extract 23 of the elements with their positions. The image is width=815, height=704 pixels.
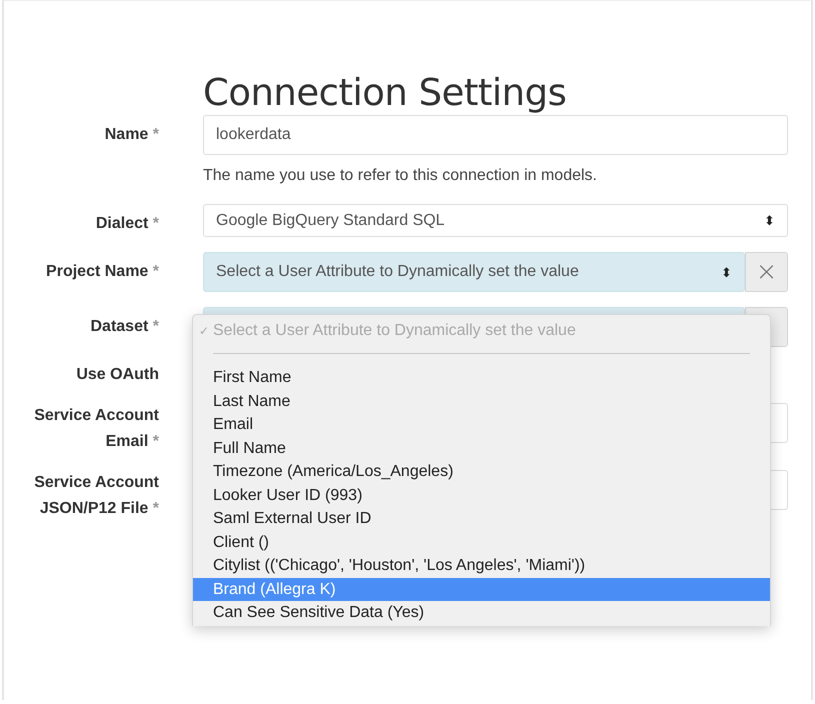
text-field[interactable]: lookerdata bbox=[203, 115, 788, 155]
dialect-select[interactable]: Google BigQuery Standard SQL ⬍ bbox=[203, 204, 788, 237]
menu-option[interactable]: Timezone (America/Los_Angeles) bbox=[193, 460, 770, 484]
page-title: Connection Settings bbox=[203, 73, 568, 113]
field-label: Name * bbox=[104, 125, 159, 145]
menu-option[interactable]: Full Name bbox=[193, 436, 770, 460]
menu-option[interactable]: Email bbox=[193, 413, 770, 436]
menu-option[interactable]: Citylist (('Chicago', 'Houston', 'Los Angeles', 'Miami')) bbox=[193, 554, 770, 578]
attribute-select[interactable]: Select a User Attribute to Dynamically set the value ⬍ bbox=[203, 252, 745, 292]
help-text: The name you use to refer to this connection in models. bbox=[203, 167, 598, 185]
field-label: Project Name * bbox=[45, 262, 159, 282]
menu-option[interactable]: Looker User ID (993) bbox=[193, 484, 770, 507]
menu-option[interactable]: Client () bbox=[193, 530, 770, 554]
menu-option[interactable]: First Name bbox=[193, 366, 770, 390]
menu-option[interactable]: Saml External User ID bbox=[193, 507, 770, 530]
field-label: Service Account JSON/P12 File * bbox=[33, 473, 159, 519]
field-label: Dialect * bbox=[94, 214, 159, 234]
clear-button[interactable]: × bbox=[745, 252, 788, 292]
menu-option[interactable]: Last Name bbox=[193, 390, 770, 413]
field-label: Service Account Email * bbox=[33, 406, 159, 452]
menu-option[interactable]: Can See Sensitive Data (Yes) bbox=[193, 601, 770, 624]
field-label: Dataset * bbox=[90, 317, 159, 337]
field-label: Use OAuth bbox=[75, 365, 159, 385]
